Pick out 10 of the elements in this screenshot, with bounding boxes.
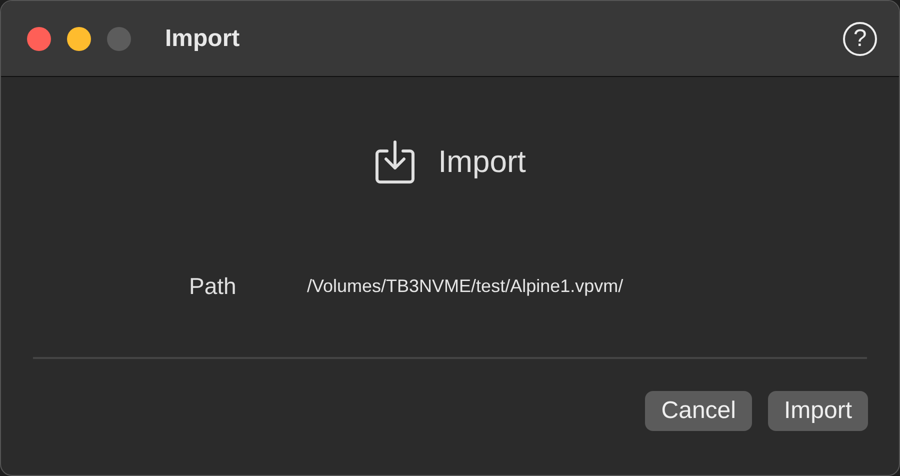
window-control[interactable] [67,26,91,50]
help-button[interactable]: ? [843,22,877,56]
window-control[interactable] [27,26,51,50]
dialog-button[interactable]: Cancel [645,391,752,431]
import-icon [374,139,416,185]
window-title: Import [165,24,241,52]
field-label: Path [189,273,238,300]
dialog-button[interactable]: Import [768,391,868,431]
dialog-heading: Import [438,144,526,180]
path-value: /Volumes/TB3NVME/test/Alpine1.vpvm/ [307,276,624,297]
